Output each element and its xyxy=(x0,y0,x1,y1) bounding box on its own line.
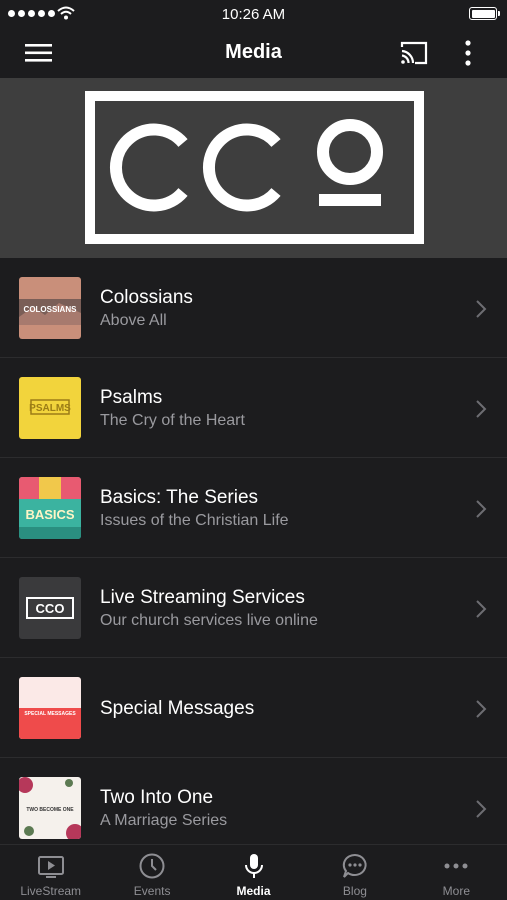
cast-icon[interactable] xyxy=(399,40,429,66)
media-list: COLOSSIANS Colossians Above All PSALMS P… xyxy=(0,258,507,844)
chevron-right-icon xyxy=(476,500,487,518)
chat-bubble-icon xyxy=(342,853,367,878)
header-banner xyxy=(0,78,507,258)
media-item-special-messages[interactable]: SPECIAL MESSAGES Special Messages xyxy=(0,658,507,758)
colossians-thumbnail: COLOSSIANS xyxy=(19,277,81,339)
tab-label: Media xyxy=(236,884,271,898)
psalms-thumbnail: PSALMS xyxy=(19,377,81,439)
more-vertical-icon[interactable] xyxy=(458,39,478,67)
battery-icon xyxy=(469,7,500,20)
tab-events[interactable]: Events xyxy=(101,845,202,900)
basics-thumbnail: BASICS xyxy=(19,477,81,539)
media-item-subtitle: Our church services live online xyxy=(100,612,318,629)
svg-text:SPECIAL MESSAGES: SPECIAL MESSAGES xyxy=(24,711,76,717)
more-horizontal-icon xyxy=(444,863,468,869)
tab-media[interactable]: Media xyxy=(203,845,304,900)
status-time: 10:26 AM xyxy=(221,6,286,23)
page-title: Media xyxy=(225,41,282,63)
media-item-title: Special Messages xyxy=(100,698,255,719)
tab-more[interactable]: More xyxy=(406,845,507,900)
tab-label: Blog xyxy=(342,884,367,898)
tab-label: More xyxy=(442,884,470,898)
media-item-two-into-one[interactable]: TWO BECOME ONE Two Into One A Marriage S… xyxy=(0,758,507,844)
hamburger-menu-icon[interactable] xyxy=(24,40,54,66)
cco-logo xyxy=(85,91,424,244)
media-item-basics[interactable]: BASICS Basics: The Series Issues of the … xyxy=(0,458,507,558)
media-item-subtitle: Above All xyxy=(100,312,167,329)
media-item-title: Two Into One xyxy=(100,787,214,808)
svg-text:COLOSSIANS: COLOSSIANS xyxy=(24,305,78,314)
two-into-one-thumbnail: TWO BECOME ONE xyxy=(19,777,81,839)
clock-icon xyxy=(139,853,165,879)
media-item-title: Psalms xyxy=(100,387,163,408)
media-item-subtitle: Issues of the Christian Life xyxy=(100,512,289,529)
microphone-icon xyxy=(244,854,263,878)
media-item-live-streaming[interactable]: CCO Live Streaming Services Our church s… xyxy=(0,558,507,658)
tab-bar: LiveStream Events Media Blog More xyxy=(0,844,507,900)
chevron-right-icon xyxy=(476,700,487,718)
live-streaming-thumbnail: CCO xyxy=(19,577,81,639)
tv-play-icon xyxy=(37,856,64,878)
media-item-title: Live Streaming Services xyxy=(100,587,305,608)
status-bar: 10:26 AM xyxy=(0,0,507,28)
svg-text:TWO BECOME ONE: TWO BECOME ONE xyxy=(26,807,74,813)
media-item-colossians[interactable]: COLOSSIANS Colossians Above All xyxy=(0,258,507,358)
svg-text:CCO: CCO xyxy=(36,601,65,616)
svg-text:BASICS: BASICS xyxy=(25,507,74,522)
media-item-subtitle: A Marriage Series xyxy=(100,812,228,829)
chevron-right-icon xyxy=(476,400,487,418)
media-item-subtitle: The Cry of the Heart xyxy=(100,412,245,429)
tab-label: LiveStream xyxy=(20,884,82,898)
chevron-right-icon xyxy=(476,800,487,818)
media-item-psalms[interactable]: PSALMS Psalms The Cry of the Heart xyxy=(0,358,507,458)
navigation-bar: Media xyxy=(0,28,507,78)
chevron-right-icon xyxy=(476,600,487,618)
svg-text:PSALMS: PSALMS xyxy=(29,403,71,414)
media-item-title: Colossians xyxy=(100,287,193,308)
special-messages-thumbnail: SPECIAL MESSAGES xyxy=(19,677,81,739)
tab-livestream[interactable]: LiveStream xyxy=(0,845,101,900)
chevron-right-icon xyxy=(476,300,487,318)
tab-blog[interactable]: Blog xyxy=(304,845,405,900)
tab-label: Events xyxy=(133,884,171,898)
media-item-title: Basics: The Series xyxy=(100,487,259,508)
